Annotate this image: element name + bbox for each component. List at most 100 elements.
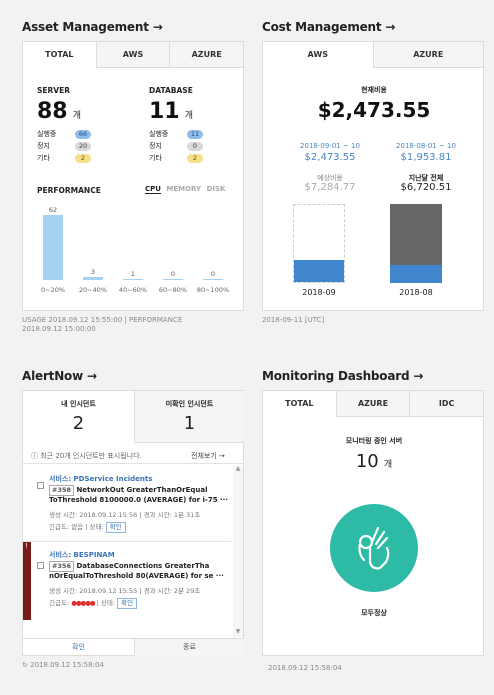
database-other-badge: 2 — [187, 153, 203, 163]
performance-category-label: 20~40% — [78, 286, 108, 294]
current-cost-value: $2,473.55 — [317, 98, 431, 122]
monitor-status: 모두정상 — [361, 609, 387, 617]
current-cost-label: 현재비용 — [361, 86, 387, 94]
left-value: $2,473.55 — [304, 152, 356, 163]
right-value: $1,953.81 — [400, 152, 452, 163]
right-cost-bar — [390, 204, 442, 283]
incident-meta: 생성 시간: 2018.09.12 15:55 | 경과 시간: 2분 29초 — [49, 587, 201, 595]
metric-cpu[interactable]: CPU — [145, 185, 161, 194]
server-stopped-label: 정지 — [37, 142, 50, 150]
tab-aws[interactable]: AWS — [263, 42, 373, 68]
metric-disk[interactable]: DISK — [207, 185, 226, 193]
left-cost-bar-fill — [294, 260, 344, 282]
monitored-count-value: 10 — [355, 451, 379, 472]
performance-bar — [203, 279, 223, 280]
performance-bar — [83, 276, 103, 280]
database-stopped-row: 정지 0 — [149, 140, 219, 152]
monitored-count: 10 개 — [263, 451, 485, 472]
performance-category-label: 60~80% — [158, 286, 188, 294]
left-month: 2018-09 — [302, 288, 336, 297]
incident-title-text: DatabaseConnections GreaterTha — [76, 562, 210, 570]
incident-item[interactable]: 서비스: PDService Incidents #358 NetworkOut… — [23, 471, 239, 541]
server-running-label: 실행중 — [37, 130, 57, 138]
left-range: 2018-09-01 ~ 10 — [300, 142, 360, 150]
incident-service[interactable]: 서비스: BESPINAM — [49, 550, 115, 560]
ok-hand-icon — [330, 504, 418, 592]
database-stopped-badge: 0 — [187, 141, 203, 151]
status-sep: | 상태: — [96, 599, 116, 607]
database-other-row: 기타 2 — [149, 152, 219, 164]
incident-meta: 생성 시간: 2018.09.12 15:56 | 경과 시간: 1분 31초 — [49, 511, 201, 519]
incident-urgency: 긴급도: ●●●●● | 상태: 확인 — [49, 597, 138, 609]
exclamation-icon: ! — [25, 542, 28, 550]
server-running-row: 실행중 66 — [37, 128, 107, 140]
incident-title-line1[interactable]: #356 DatabaseConnections GreaterTha — [49, 561, 209, 572]
refresh-icon[interactable]: ↻ — [22, 661, 28, 669]
confirm-button[interactable]: 확인 — [23, 638, 134, 656]
ok-hand-svg — [358, 526, 390, 570]
server-running-badge: 66 — [75, 129, 91, 139]
asset-management-card: TOTAL AWS AZURE SERVER 88 개 실행중 66 정지 20 기… — [22, 41, 244, 311]
database-running-row: 실행중 11 — [149, 128, 219, 140]
server-other-row: 기타 2 — [37, 152, 107, 164]
server-other-label: 기타 — [37, 154, 50, 162]
incident-title-line1[interactable]: #358 NetworkOut GreaterThanOrEqual — [49, 485, 208, 496]
alertnow-card: 내 인시던트 2 미확인 인시던트 1 ⓘ 최근 20개 인시던트만 표시됩니다… — [22, 390, 244, 656]
urgency-text: 긴급도: 없음 | 상태: — [49, 523, 104, 531]
right-sub-value: $6,720.51 — [400, 182, 452, 193]
asset-footer-line1: USAGE 2018.09.12 15:55:00 | PERFORMANCE — [22, 316, 183, 324]
unack-incidents[interactable]: 미확인 인시던트 1 — [134, 391, 244, 443]
server-stopped-row: 정지 20 — [37, 140, 107, 152]
view-all-link[interactable]: 전체보기 → — [191, 451, 225, 461]
notice-text: 최근 20개 인시던트만 표시됩니다. — [40, 452, 142, 460]
incident-item[interactable]: ! 서비스: BESPINAM #356 DatabaseConnections… — [23, 542, 239, 620]
incident-checkbox[interactable] — [37, 482, 44, 489]
my-incidents-count: 2 — [72, 413, 85, 434]
notice: ⓘ 최근 20개 인시던트만 표시됩니다. — [31, 451, 142, 461]
alertnow-title[interactable]: AlertNow → — [22, 369, 97, 383]
metric-memory[interactable]: MEMORY — [166, 185, 201, 193]
asset-management-title[interactable]: Asset Management → — [22, 20, 163, 34]
scroll-down-icon[interactable]: ▼ — [233, 628, 243, 635]
incident-checkbox[interactable] — [37, 562, 44, 569]
tab-azure[interactable]: AZURE — [335, 391, 410, 416]
performance-bar — [43, 215, 63, 280]
tab-total[interactable]: TOTAL — [263, 391, 336, 417]
tab-total[interactable]: TOTAL — [23, 42, 96, 68]
incident-title-line2[interactable]: nOrEqualToThreshold 80(AVERAGE) for se ·… — [49, 572, 224, 580]
left-cost-bar — [293, 204, 345, 283]
monitor-tabs: TOTAL AZURE IDC — [263, 391, 484, 417]
monitored-label: 모니터링 중인 서버 — [345, 437, 403, 445]
monitored-count-unit: 개 — [383, 460, 393, 470]
monitoring-title[interactable]: Monitoring Dashboard → — [262, 369, 423, 383]
asset-footer-line2: 2018.09.12 15:00:00 — [22, 325, 96, 333]
server-label: SERVER — [37, 86, 71, 95]
urgent-marker: ! — [23, 542, 31, 620]
tab-idc[interactable]: IDC — [409, 391, 484, 416]
incident-title-line2[interactable]: ToThreshold 8100000.0 (AVERAGE) for i-75… — [49, 496, 228, 504]
cost-management-title[interactable]: Cost Management → — [262, 20, 395, 34]
asset-tabs: TOTAL AWS AZURE — [23, 42, 244, 68]
ack-button[interactable]: 확인 — [105, 522, 126, 533]
tab-azure[interactable]: AZURE — [372, 42, 483, 67]
cost-management-card: AWS AZURE 현재비용 $2,473.55 2018-09-01 ~ 10… — [262, 41, 484, 311]
alert-footer-time: 2018.09.12 15:58:04 — [30, 661, 104, 669]
incident-service[interactable]: 서비스: PDService Incidents — [49, 474, 152, 484]
database-count-value: 11 — [149, 99, 180, 124]
performance-bar — [123, 278, 143, 280]
right-month: 2018-08 — [399, 288, 433, 297]
cost-footer: 2018-09-11 [UTC] — [262, 316, 325, 324]
my-incidents[interactable]: 내 인시던트 2 — [23, 391, 134, 443]
database-count-unit: 개 — [184, 111, 193, 121]
performance-category-label: 0~20% — [40, 286, 66, 294]
server-stopped-badge: 20 — [75, 141, 91, 151]
tab-aws[interactable]: AWS — [95, 42, 170, 67]
tab-azure[interactable]: AZURE — [169, 42, 244, 67]
close-button[interactable]: 종료 — [134, 638, 244, 656]
database-stopped-label: 정지 — [149, 142, 162, 150]
incident-urgency: 긴급도: 없음 | 상태: 확인 — [49, 521, 126, 533]
performance-metric-tabs: CPU MEMORY DISK — [145, 185, 226, 194]
ack-button[interactable]: 확인 — [117, 598, 138, 609]
info-icon: ⓘ — [31, 452, 38, 460]
performance-bar-value: 1 — [130, 269, 136, 278]
